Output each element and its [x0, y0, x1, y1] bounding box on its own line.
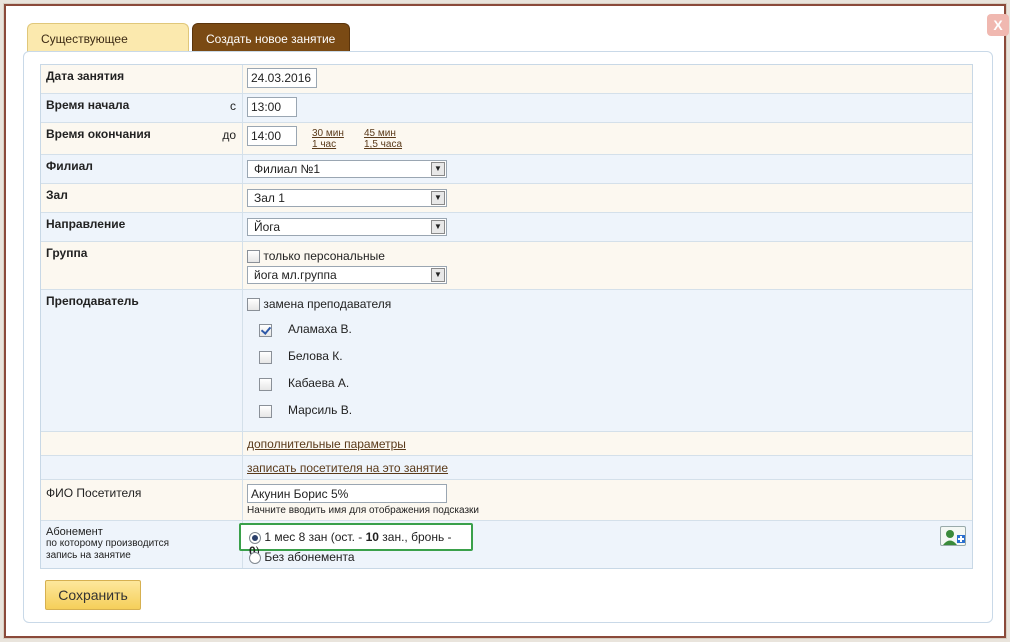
row-hall: Зал Зал 1 ▼ [41, 184, 972, 213]
add-visitor-button[interactable] [940, 526, 966, 546]
form-panel: Дата занятия Время начала с Время оконча… [23, 51, 993, 623]
hall-select[interactable]: Зал 1 ▼ [247, 189, 447, 207]
visitor-hint: Начните вводить имя для отображения подс… [247, 505, 480, 516]
teacher-item: Аламаха В. [247, 317, 968, 344]
teacher-item: Кабаева А. [247, 371, 968, 398]
hall-value: Зал 1 [254, 191, 285, 205]
only-personal-label: только персональные [263, 249, 385, 263]
group-value: йога мл.группа [254, 268, 337, 282]
direction-value: Йога [254, 220, 281, 234]
direction-label: Направление [46, 217, 126, 231]
date-field[interactable] [247, 68, 317, 88]
teacher-name: Белова К. [288, 348, 343, 363]
replace-teacher-checkbox[interactable] [247, 298, 260, 312]
end-time-field[interactable] [247, 126, 297, 146]
teacher-name: Аламаха В. [288, 321, 352, 336]
row-start-time: Время начала с [41, 94, 972, 123]
teacher-name: Марсиль В. [288, 402, 353, 417]
subscription-sublabel-1: по которому производится [46, 538, 170, 549]
lesson-form: Дата занятия Время начала с Время оконча… [40, 64, 973, 569]
visitor-label: ФИО Посетителя [41, 480, 243, 520]
direction-select[interactable]: Йога ▼ [247, 218, 447, 236]
hall-label: Зал [46, 188, 68, 202]
tab-existing-lesson[interactable]: Существующее занятие [27, 23, 189, 76]
branch-value: Филиал №1 [254, 162, 321, 176]
teacher-checkbox-marsil[interactable] [259, 405, 272, 418]
subscription-radio-1[interactable] [249, 531, 261, 544]
row-subscription: Абонемент по которому производится запис… [41, 521, 972, 568]
teacher-label: Преподаватель [46, 294, 139, 308]
row-direction: Направление Йога ▼ [41, 213, 972, 242]
row-group: Группа только персональные йога мл.групп… [41, 242, 972, 290]
date-label: Дата занятия [46, 69, 125, 83]
end-time-label: Время окончания [46, 127, 151, 141]
chevron-down-icon: ▼ [431, 268, 445, 282]
row-visitor: ФИО Посетителя Начните вводить имя для о… [41, 480, 972, 521]
teacher-name: Кабаева А. [288, 375, 350, 390]
subscription-option-1-prefix: 1 мес 8 зан (ост. - [264, 530, 366, 544]
register-visitor-link[interactable]: записать посетителя на это занятие [247, 461, 448, 475]
tab-create-lesson[interactable]: Создать новое занятие [192, 23, 350, 53]
end-prefix: до [222, 128, 236, 142]
subscription-option-none: Без абонемента [264, 550, 355, 564]
row-end-time: Время окончания до 30 мин 1 час 45 мин 1… [41, 123, 972, 155]
row-teacher: Преподаватель замена преподавателя Алама… [41, 290, 972, 432]
only-personal-checkbox[interactable] [247, 250, 260, 264]
branch-label: Филиал [46, 159, 93, 173]
quick-30-min-link[interactable]: 30 мин [312, 128, 344, 139]
save-button[interactable]: Сохранить [45, 580, 141, 610]
row-extra-params: дополнительные параметры [41, 432, 972, 456]
start-time-field[interactable] [247, 97, 297, 117]
start-prefix: с [230, 99, 236, 113]
quick-45-min-link[interactable]: 45 мин [364, 128, 396, 139]
chevron-down-icon: ▼ [431, 162, 445, 176]
group-select[interactable]: йога мл.группа ▼ [247, 266, 447, 284]
branch-select[interactable]: Филиал №1 ▼ [247, 160, 447, 178]
chevron-down-icon: ▼ [431, 191, 445, 205]
teacher-item: Марсиль В. [247, 398, 968, 425]
extra-params-link[interactable]: дополнительные параметры [247, 437, 406, 451]
row-date: Дата занятия [41, 65, 972, 94]
lesson-dialog: X Существующее занятие Создать новое зан… [4, 4, 1009, 638]
row-register-visitor: записать посетителя на это занятие [41, 456, 972, 480]
subscription-option-1-mid: зан., бронь - [378, 530, 452, 544]
teacher-checkbox-belova[interactable] [259, 351, 272, 364]
chevron-down-icon: ▼ [431, 220, 445, 234]
add-user-icon [943, 530, 965, 545]
teacher-item: Белова К. [247, 344, 968, 371]
close-button[interactable]: X [987, 14, 1009, 36]
selected-subscription-highlight: 1 мес 8 зан (ост. - 10 зан., бронь - 0) [239, 523, 473, 558]
sessions-left: 10 [365, 530, 379, 544]
subscription-sublabel-2: запись на занятие [46, 550, 131, 561]
subscription-label: Абонемент [46, 526, 103, 538]
group-label: Группа [46, 246, 88, 260]
teacher-checkbox-alamakha[interactable] [259, 324, 272, 337]
quick-1-5-hour-link[interactable]: 1,5 часа [364, 139, 402, 150]
visitor-name-field[interactable] [247, 484, 447, 503]
quick-1-hour-link[interactable]: 1 час [312, 139, 336, 150]
subscription-radio-none[interactable] [249, 551, 261, 564]
row-branch: Филиал Филиал №1 ▼ [41, 155, 972, 184]
start-time-label: Время начала [46, 98, 130, 112]
teacher-checkbox-kabaeva[interactable] [259, 378, 272, 391]
replace-teacher-label: замена преподавателя [263, 297, 392, 311]
